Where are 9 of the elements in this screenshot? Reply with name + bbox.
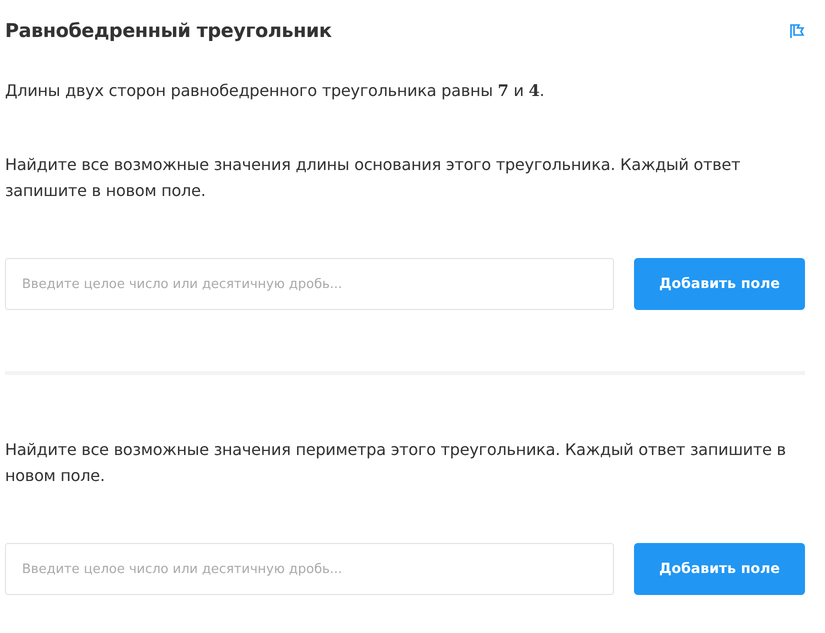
- problem-statement: Длины двух сторон равнобедренного треугольника равны 7 и 4.: [5, 80, 546, 102]
- question-text: Найдите все возможные значения длины основания этого треугольника. Каждый ответ запишите в новом поле.: [5, 154, 742, 202]
- question-text: Найдите все возможные значения периметра этого треугольника. Каждый ответ запишите в новом поле.: [5, 439, 787, 487]
- flag-icon[interactable]: [789, 23, 805, 39]
- answer-field[interactable]: Введите целое число или десятичную дробь...: [5, 543, 614, 595]
- add-field-button[interactable]: Добавить поле: [634, 258, 805, 310]
- add-field-button[interactable]: Добавить поле: [634, 543, 805, 595]
- answer-field[interactable]: Введите целое число или десятичную дробь...: [5, 258, 614, 310]
- task-title: Равнобедренный треугольник: [5, 20, 332, 42]
